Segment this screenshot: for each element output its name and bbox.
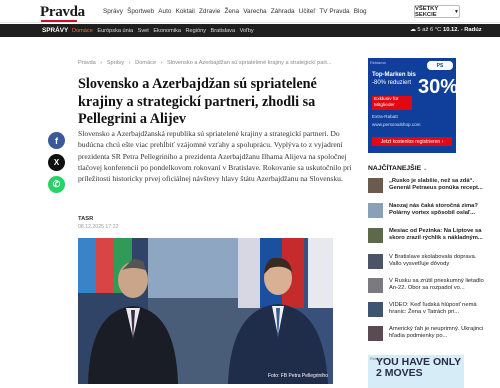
list-item[interactable]: VIDEO: Keď ľudská hlúposť nemá hranic: Ž… [368, 302, 488, 322]
section-link-regiony[interactable]: Regióny [185, 28, 206, 34]
breadcrumb-spravy[interactable]: Správy [107, 60, 124, 66]
breadcrumb-domace[interactable]: Domáce [135, 60, 156, 66]
article-perex: Slovensko a Azerbajdžanská republika sú … [78, 129, 352, 184]
photo-credit: Foto: FB Petra Pellegriniho [267, 373, 328, 379]
news-thumbnail [368, 178, 383, 193]
facebook-icon: f [55, 135, 58, 146]
list-item[interactable]: V Bratislave skolabovala doprava. Vallo … [368, 254, 488, 274]
most-read-title: NAJČÍTANEJŠIE [368, 165, 422, 172]
ad-percent: 30% [418, 76, 456, 98]
nav-item-auto[interactable]: Auto [158, 8, 171, 15]
nav-item-zdravie[interactable]: Zdravie [199, 8, 220, 15]
x-share-button[interactable]: X [48, 154, 65, 171]
nav-item-zena[interactable]: Žena [224, 8, 239, 15]
weather-temp: 5 až 6 °C [417, 27, 442, 33]
section-bar: SPRÁVY Domáce Európska únia Svet Ekonomi… [0, 24, 500, 37]
news-thumbnail [368, 326, 383, 341]
all-sections-label: VŠETKY SEKCIE [415, 5, 439, 18]
list-item[interactable]: Mesiac od Pezinka: Na Liptove sa skoro z… [368, 228, 488, 248]
ad-line2: -80% reduziert [372, 80, 412, 86]
news-title: Mesiac od Pezinka: Na Liptove sa skoro z… [389, 228, 483, 242]
nav-item-zahrada[interactable]: Záhrada [271, 8, 295, 15]
sidebar-advertisement[interactable]: Reklama PS Top-Marken bis -80% reduziert… [368, 58, 456, 153]
weather-widget[interactable]: ☁ 5 až 6 °C 10.12. - Radúz [410, 27, 482, 33]
list-item[interactable]: Naozaj nás čaká storočná zima? Polárny v… [368, 203, 488, 223]
nav-item-varecha[interactable]: Varecha [243, 8, 266, 15]
list-item[interactable]: „Rusko je slabšie, než sa zdá“. Generál … [368, 178, 488, 198]
section-links: Domáce Európska únia Svet Ekonomika Regi… [72, 28, 258, 34]
x-icon: X [53, 158, 60, 167]
news-title: Americký ťah je neuprimný. Ukrajinci hľa… [389, 326, 484, 340]
bottom-advertisement[interactable]: Reklama YOU HAVE ONLY 2 MOVES [368, 355, 464, 388]
ad-brand-logo: PS [427, 61, 453, 70]
top-nav: Správy Športweb Auto Koktail Zdravie Žen… [103, 8, 371, 15]
section-link-ekonomika[interactable]: Ekonomika [153, 28, 181, 34]
chevron-down-icon: ▼ [454, 8, 459, 15]
photo-illustration [78, 238, 333, 384]
nav-item-ucitel[interactable]: Učiteľ [299, 8, 315, 15]
section-link-svet[interactable]: Svet [138, 28, 149, 34]
list-item[interactable]: V Rusku sa zrútil prieskumný lietadlo An… [368, 278, 488, 298]
logo-underline [41, 20, 77, 22]
section-link-eu[interactable]: Európska únia [97, 28, 133, 34]
ad-line3: Extra-Rabatt [372, 114, 398, 119]
article-author[interactable]: TASR [78, 216, 93, 222]
news-thumbnail [368, 228, 383, 243]
news-thumbnail [368, 302, 383, 317]
most-read-heading[interactable]: NAJČÍTANEJŠIE ⌄ [368, 165, 427, 172]
nav-item-sportweb[interactable]: Športweb [127, 8, 154, 15]
section-link-volby[interactable]: Voľby [240, 28, 254, 34]
news-title: „Rusko je slabšie, než sa zdá“. Generál … [389, 178, 483, 192]
article-headline: Slovensko a Azerbajdžan sú spriatelené k… [78, 76, 317, 127]
ad-line1: Top-Marken bis [372, 72, 416, 78]
site-logo[interactable]: Pravda [40, 4, 85, 21]
article-photo[interactable]: Foto: FB Petra Pellegriniho [78, 238, 333, 384]
ad-label: Reklama [370, 60, 386, 65]
facebook-share-button[interactable]: f [48, 132, 65, 149]
nav-item-tv-pravda[interactable]: TV Pravda [319, 8, 349, 15]
breadcrumb: Pravda › Správy › Domáce › Slovensko a A… [78, 60, 334, 66]
section-link-domace[interactable]: Domáce [72, 28, 93, 34]
section-link-bratislava[interactable]: Bratislava [211, 28, 236, 34]
list-item[interactable]: Americký ťah je neuprimný. Ukrajinci hľa… [368, 326, 488, 346]
section-title[interactable]: SPRÁVY [42, 27, 68, 34]
nav-item-spravy[interactable]: Správy [103, 8, 123, 15]
whatsapp-icon: ✆ [52, 179, 61, 189]
breadcrumb-current: Slovensko a Azerbajdžan sú spriatelené k… [167, 60, 332, 66]
news-title: VIDEO: Keď ľudská hlúposť nemá hranic: Ž… [389, 302, 477, 316]
news-title: Naozaj nás čaká storočná zima? Polárny v… [389, 203, 478, 217]
news-thumbnail [368, 278, 383, 293]
breadcrumb-separator: › [100, 60, 103, 66]
news-thumbnail [368, 254, 383, 269]
ad-url: www.personalshop.com [372, 122, 421, 127]
news-title: V Rusku sa zrútil prieskumný lietadlo An… [389, 278, 484, 292]
breadcrumb-separator: › [160, 60, 163, 66]
nameday-date: 10.12. - Radúz [442, 27, 482, 33]
ad-headline: YOU HAVE ONLY 2 MOVES [376, 356, 461, 379]
nav-item-koktail[interactable]: Koktail [176, 8, 195, 15]
top-bar: Pravda Správy Športweb Auto Koktail Zdra… [0, 0, 500, 23]
ad-register-button[interactable]: Jetzt kostenlos registrieren › [372, 137, 452, 146]
cloud-icon: ☁ [410, 27, 416, 33]
news-title: V Bratislave skolabovala doprava. Vallo … [389, 254, 477, 268]
whatsapp-share-button[interactable]: ✆ [48, 176, 65, 193]
article-date: 08.12.2025 17:22 [78, 224, 119, 230]
news-thumbnail [368, 203, 383, 218]
ad-badge: Exklusiv für Mitglieder [372, 96, 412, 110]
breadcrumb-separator: › [128, 60, 131, 66]
chevron-down-icon: ⌄ [423, 166, 428, 172]
all-sections-button[interactable]: VŠETKY SEKCIE ▼ [414, 5, 460, 18]
nav-item-blog[interactable]: Blog [354, 8, 367, 15]
breadcrumb-pravda[interactable]: Pravda [78, 60, 96, 66]
